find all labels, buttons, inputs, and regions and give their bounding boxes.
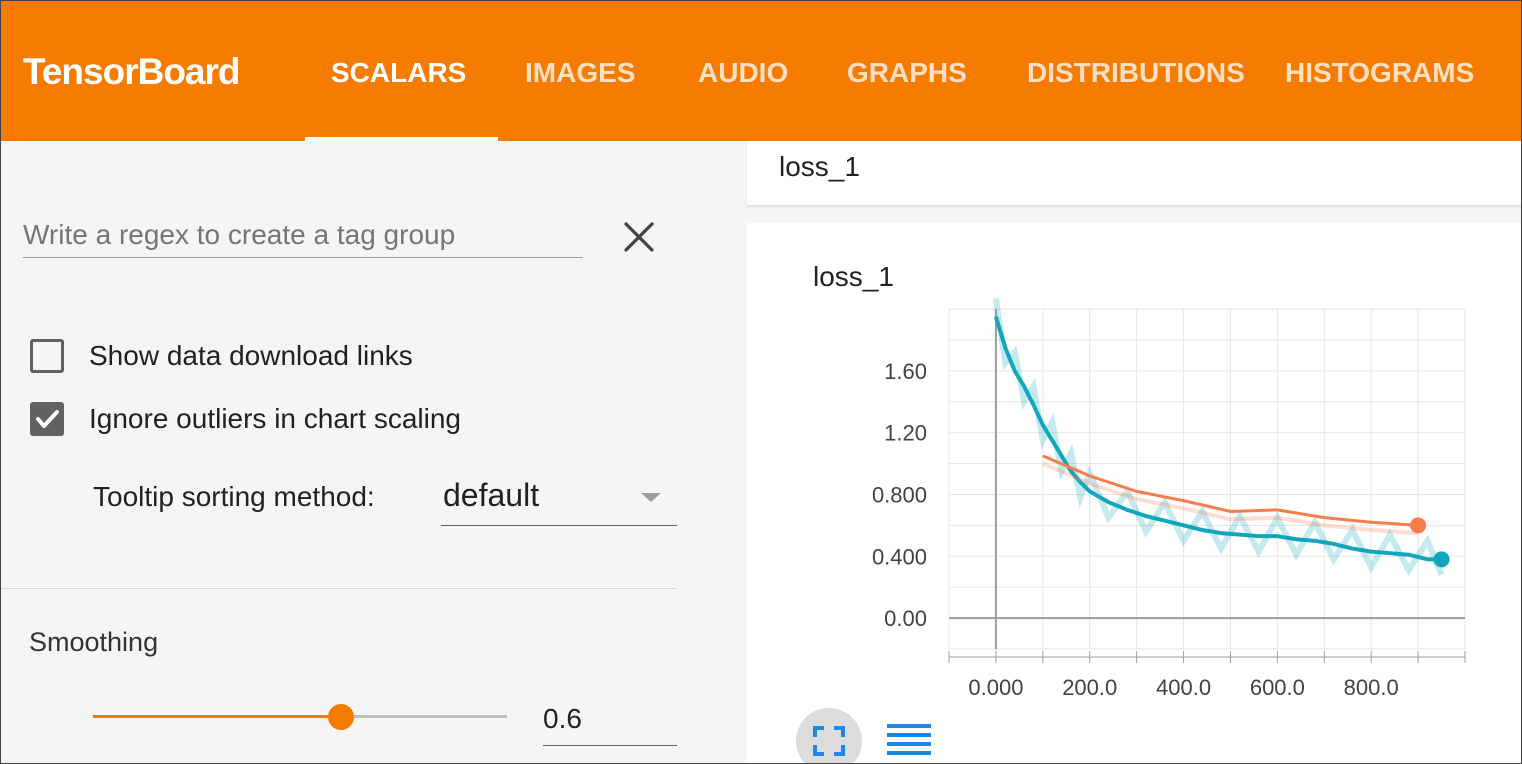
fit-domain-button[interactable] [796,708,862,763]
y-tick-label: 1.20 [884,421,927,446]
y-tick-label: 0.00 [884,606,927,631]
loss-chart[interactable]: 0.000 200.0 400.0 600.0 800.0 0.00 0.400 0.800 1… [1,1,1522,764]
list-icon[interactable] [887,723,931,763]
x-tick-label: 0.000 [968,675,1023,700]
x-tick-label: 600.0 [1250,675,1305,700]
tensorboard-window: TensorBoard SCALARS IMAGES AUDIO GRAPHS … [0,0,1522,764]
x-tick-label: 800.0 [1344,675,1399,700]
y-tick-label: 0.800 [872,482,927,507]
series-end-point [1410,517,1427,534]
x-tick-label: 400.0 [1156,675,1211,700]
y-tick-label: 0.400 [872,544,927,569]
series-end-point [1433,551,1450,568]
x-tick-label: 200.0 [1062,675,1117,700]
y-tick-label: 1.60 [884,359,927,384]
fit-domain-icon [813,726,845,756]
